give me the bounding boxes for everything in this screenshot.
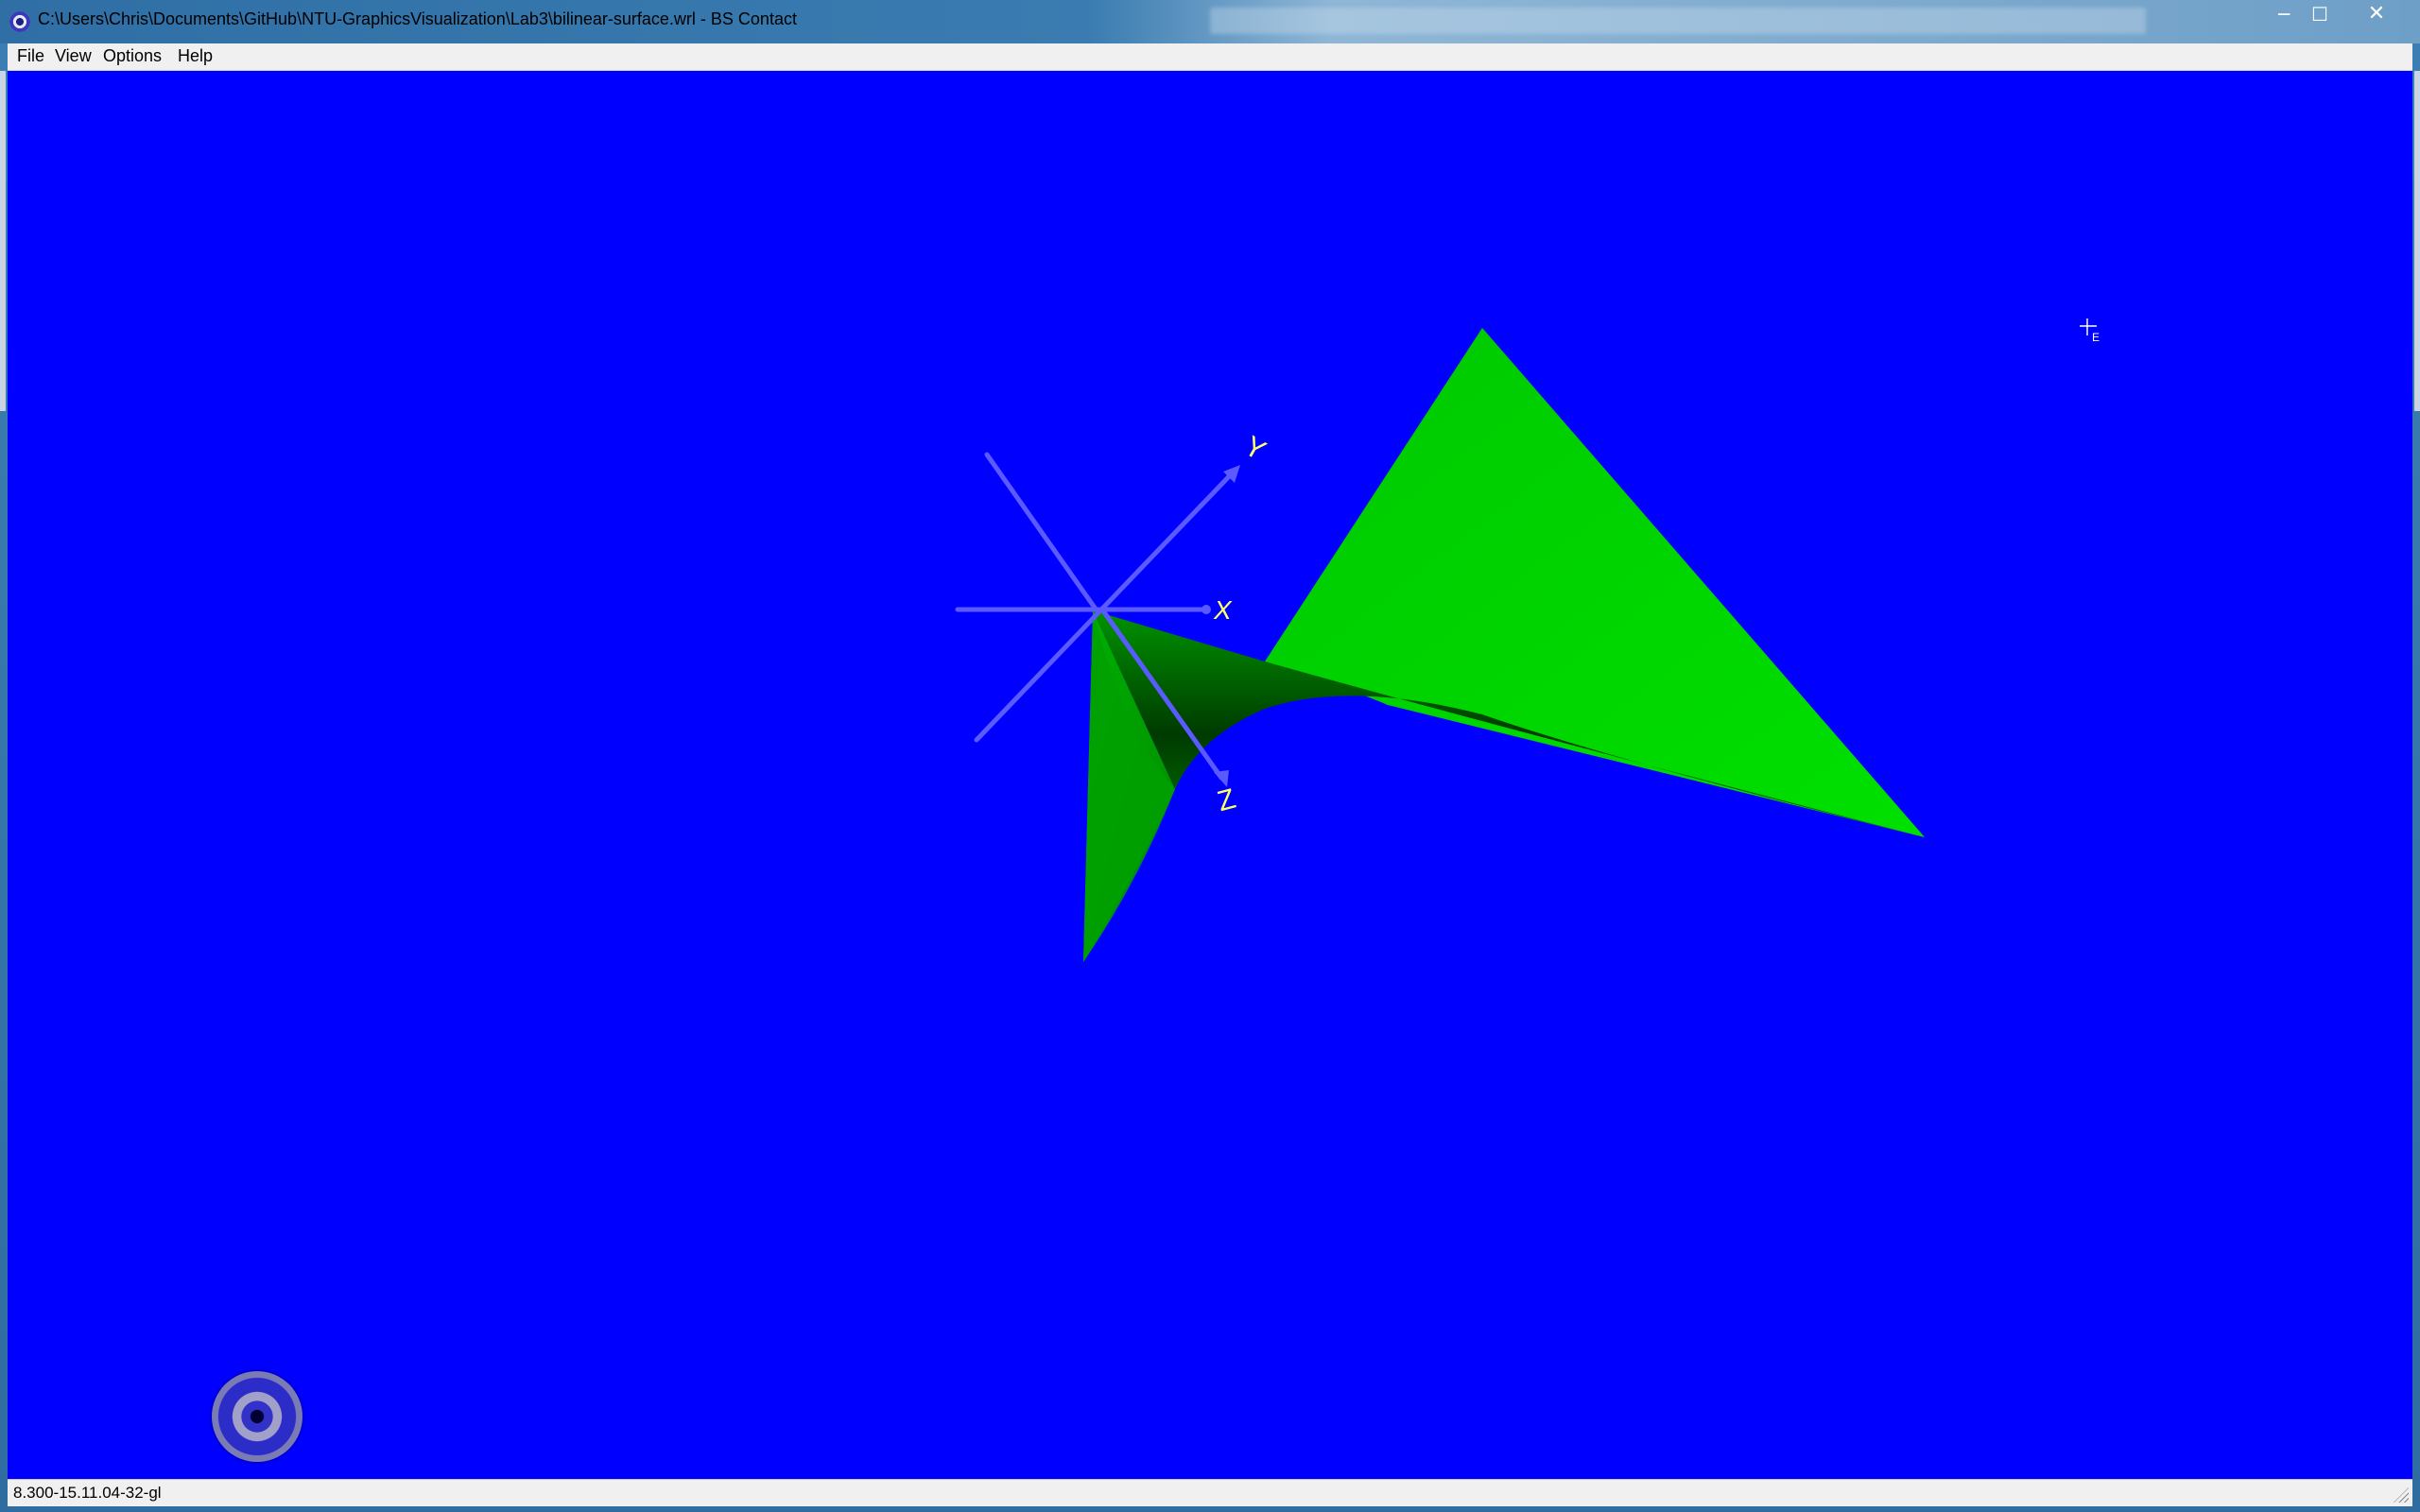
menu-help[interactable]: Help (178, 46, 213, 66)
surface-upper-fold (1265, 328, 1925, 837)
crosshair-cursor-icon: E (2080, 318, 2100, 343)
axis-z-label: Z (1214, 783, 1238, 818)
3d-viewport[interactable]: X Y Z E (8, 71, 2412, 1479)
close-button[interactable]: ✕ (2339, 2, 2414, 26)
left-frame-edge (0, 71, 6, 411)
maximize-button[interactable]: ☐ (2303, 2, 2337, 26)
bilinear-surface (1083, 328, 1925, 962)
menu-options[interactable]: Options (103, 46, 162, 66)
menu-bar: File View Options Help (8, 43, 2412, 71)
window-title: C:\Users\Chris\Documents\GitHub\NTU-Grap… (38, 9, 797, 28)
axis-x-label: X (1213, 595, 1233, 625)
bs-contact-app-icon[interactable] (9, 11, 30, 32)
menu-file[interactable]: File (17, 46, 44, 66)
status-version-text: 8.300-15.11.04-32-gl (13, 1484, 162, 1502)
scene-canvas[interactable]: X Y Z (8, 71, 2412, 1479)
axis-diagonal-line (984, 452, 1098, 610)
right-frame-edge (2414, 71, 2420, 411)
app-window: C:\Users\Chris\Documents\GitHub\NTU-Grap… (0, 0, 2420, 1512)
menu-view[interactable]: View (55, 46, 92, 66)
resize-grip-icon[interactable] (2394, 1487, 2409, 1503)
background-window-title-ghost (1210, 8, 2146, 34)
status-bar: 8.300-15.11.04-32-gl (8, 1479, 2412, 1506)
title-bar[interactable]: C:\Users\Chris\Documents\GitHub\NTU-Grap… (0, 0, 2420, 43)
navigation-target-icon[interactable] (212, 1371, 302, 1462)
axis-x-endpoint (1201, 605, 1211, 614)
axis-y-label: Y (1239, 430, 1271, 467)
minimize-button[interactable]: ─ (2267, 2, 2301, 26)
cursor-label: E (2092, 331, 2100, 343)
